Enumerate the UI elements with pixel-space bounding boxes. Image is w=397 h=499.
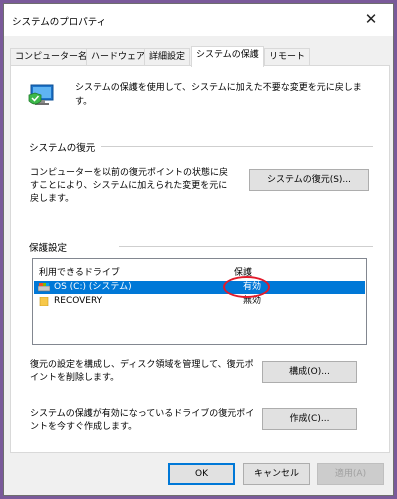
protection-section-divider xyxy=(119,246,373,247)
tab-system-protection[interactable]: システムの保護 xyxy=(191,46,264,67)
cancel-button[interactable]: キャンセル xyxy=(243,463,310,485)
drive-name: OS (C:) (システム) xyxy=(54,282,132,292)
tab-remote[interactable]: リモート xyxy=(264,48,311,66)
tab-hardware[interactable]: ハードウェア xyxy=(86,48,151,66)
system-protection-shield-icon xyxy=(28,84,54,105)
configure-description: 復元の設定を構成し、ディスク領域を管理して、復元ポイントを削除します。 xyxy=(30,360,254,383)
create-button[interactable]: 作成(C)... xyxy=(262,408,357,430)
tab-computer-name[interactable]: コンピューター名 xyxy=(10,48,93,66)
protection-section-heading: 保護設定 xyxy=(29,243,68,254)
annotation-circle xyxy=(223,276,270,298)
system-restore-button[interactable]: システムの復元(S)... xyxy=(249,169,369,191)
ok-button[interactable]: OK xyxy=(168,463,235,485)
drive-list[interactable]: 利用できるドライブ 保護 OS (C:) (システム) 有効 RECOVERY … xyxy=(32,258,367,345)
intro-text: システムの保護を使用して、システムに加えた不要な変更を元に戻します。 xyxy=(75,83,362,107)
system-protection-panel: システムの保護を使用して、システムに加えた不要な変更を元に戻します。 システムの… xyxy=(10,65,390,453)
create-description: システムの保護が有効になっているドライブの復元ポイントを今すぐ作成します。 xyxy=(30,409,255,432)
drive-name: RECOVERY xyxy=(54,296,103,306)
system-properties-dialog: システムのプロパティ ✕ コンピューター名 ハードウェア 詳細設定 システムの保… xyxy=(3,3,394,496)
title-bar: システムのプロパティ ✕ xyxy=(4,4,393,36)
column-header-drive[interactable]: 利用できるドライブ xyxy=(39,265,120,278)
apply-button[interactable]: 適用(A) xyxy=(317,463,384,485)
restore-description: コンピューターを以前の復元ポイントの状態に戻すことにより、システムに加えられた変… xyxy=(30,168,229,204)
restore-section-divider xyxy=(101,146,373,147)
configure-button[interactable]: 構成(O)... xyxy=(262,361,357,383)
restore-section-heading: システムの復元 xyxy=(29,143,96,154)
dialog-button-bar: OK キャンセル 適用(A) xyxy=(4,453,395,497)
drive-row-recovery[interactable]: RECOVERY 無効 xyxy=(34,295,365,308)
close-button[interactable]: ✕ xyxy=(349,4,393,34)
folder-drive-icon xyxy=(39,297,49,306)
tab-strip: コンピューター名 ハードウェア 詳細設定 システムの保護 リモート xyxy=(10,46,390,67)
drive-row-os[interactable]: OS (C:) (システム) 有効 xyxy=(34,281,365,294)
window-title: システムのプロパティ xyxy=(12,17,107,28)
tab-advanced[interactable]: 詳細設定 xyxy=(144,48,191,66)
system-drive-icon xyxy=(38,283,50,292)
